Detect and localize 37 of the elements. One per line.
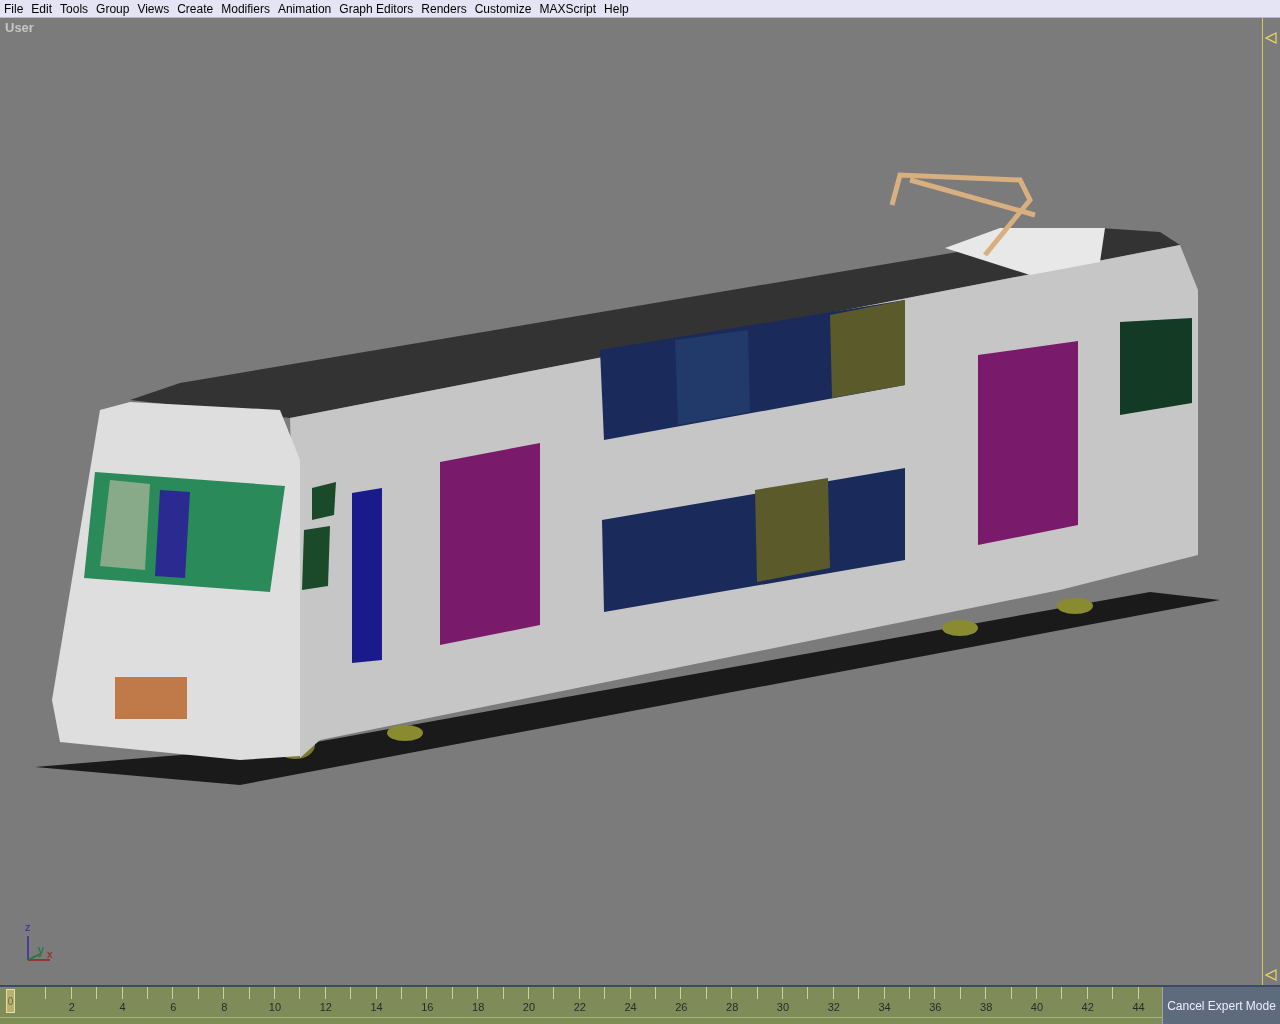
menu-item[interactable]: Graph Editors <box>335 1 418 16</box>
menu-item[interactable]: Edit <box>27 1 57 16</box>
menu-item[interactable]: Tools <box>56 1 93 16</box>
frame-number: 16 <box>420 1001 435 1013</box>
frame-number: 42 <box>1080 1001 1095 1013</box>
frame-number: 10 <box>267 1001 283 1013</box>
frame-number: 6 <box>169 1001 178 1013</box>
menu-item[interactable]: Animation <box>273 1 336 16</box>
menu-item[interactable]: MAXScript <box>535 1 601 16</box>
menu-item[interactable]: Views <box>133 1 174 16</box>
frame-number: 20 <box>521 1001 537 1013</box>
frame-number: 12 <box>318 1001 333 1013</box>
frame-number: 8 <box>220 1001 229 1013</box>
frame-number: 34 <box>877 1001 892 1013</box>
frame-number: 32 <box>826 1001 841 1013</box>
menu-item[interactable]: Group <box>92 1 134 16</box>
frame-number: 14 <box>369 1001 384 1013</box>
cancel-expert-mode-button[interactable]: Cancel Expert Mode <box>1162 987 1280 1024</box>
time-slider-track[interactable]: 0 2 4 6 8 10 12 14 16 18 20 22 24 26 28 30 32 34 36 38 40 42 44 <box>0 987 1162 1018</box>
frame-number: 30 <box>775 1001 791 1013</box>
menu-item[interactable]: File <box>0 1 28 16</box>
frame-number: 40 <box>1029 1001 1045 1013</box>
frame-number: 22 <box>572 1001 587 1013</box>
menu-item[interactable]: Customize <box>470 1 536 16</box>
frame-number: 24 <box>623 1001 638 1013</box>
menu-item[interactable]: Renders <box>417 1 471 16</box>
frame-number: 44 <box>1131 1001 1146 1013</box>
frame-number: 38 <box>979 1001 994 1013</box>
menu-item[interactable]: Create <box>173 1 218 16</box>
menu-item[interactable]: Help <box>600 1 633 16</box>
frame-number: 28 <box>725 1001 740 1013</box>
menu-item[interactable]: Modifiers <box>217 1 274 16</box>
frame-number: 36 <box>928 1001 943 1013</box>
frame-number: 4 <box>118 1001 127 1013</box>
frame-number: 2 <box>67 1001 76 1013</box>
frame-number: 18 <box>471 1001 486 1013</box>
frame-number: 26 <box>674 1001 689 1013</box>
